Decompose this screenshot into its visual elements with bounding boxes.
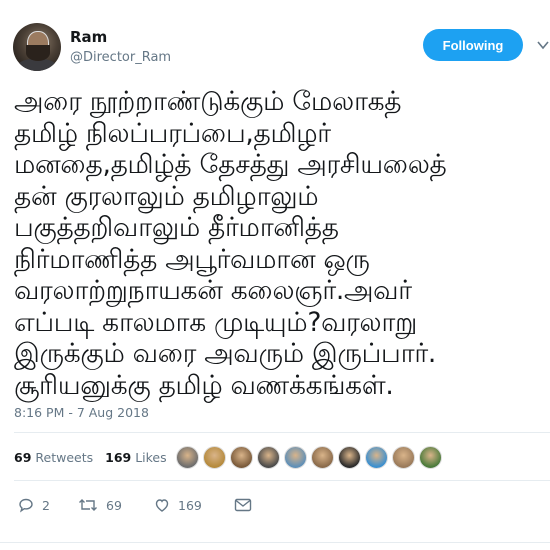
liker-avatar[interactable]	[311, 446, 334, 469]
heart-icon	[155, 499, 169, 512]
liker-avatar[interactable]	[176, 446, 199, 469]
retweets-count: 69	[14, 450, 32, 465]
liker-avatar[interactable]	[257, 446, 280, 469]
retweet-count: 69	[106, 497, 122, 513]
avatar-beard	[26, 45, 50, 61]
liker-avatar[interactable]	[392, 446, 415, 469]
liker-avatar[interactable]	[338, 446, 361, 469]
retweet-button[interactable]: 69	[78, 497, 154, 513]
divider	[14, 432, 550, 433]
tweet-text-line: பகுத்தறிவாலும் தீர்மானித்த	[14, 212, 339, 243]
chevron-down-icon[interactable]	[536, 38, 550, 52]
tweet-text-line: சூரியனுக்கு தமிழ் வணக்கங்கள்.	[14, 369, 394, 401]
likes-count: 169	[105, 450, 132, 465]
liker-avatar[interactable]	[203, 446, 226, 469]
following-button[interactable]: Following	[423, 29, 523, 61]
tweet-text-line: எப்படி காலமாக முடியும்?வரலாறு	[14, 306, 417, 338]
divider	[14, 480, 550, 481]
tweet-text-line: தமிழ் நிலப்பரப்பை,தமிழர்	[14, 117, 331, 149]
tweet-timestamp[interactable]: 8:16 PM - 7 Aug 2018	[14, 405, 149, 420]
author-name[interactable]: Ram	[70, 28, 107, 46]
tweet-card: Ram @Director_Ram Following அரை நூற்றாண்…	[0, 0, 550, 550]
likes-stat[interactable]: 169 Likes	[105, 450, 167, 465]
author-handle[interactable]: @Director_Ram	[70, 50, 171, 65]
liker-avatar[interactable]	[230, 446, 253, 469]
tweet-text-line: நிர்மாணித்த அபூர்வமான ஒரு	[14, 243, 370, 275]
reply-count: 2	[42, 497, 50, 513]
reply-icon	[19, 498, 33, 513]
direct-message-button[interactable]	[234, 498, 252, 512]
like-button[interactable]: 169	[154, 497, 234, 513]
author-avatar[interactable]	[13, 23, 61, 71]
divider	[0, 542, 550, 543]
reply-button[interactable]: 2	[18, 497, 78, 513]
mail-icon	[234, 498, 252, 512]
tweet-text-line: தன் குரலாலும் தமிழாலும்	[14, 180, 319, 212]
retweets-label: Retweets	[35, 450, 94, 465]
liker-avatar[interactable]	[284, 446, 307, 469]
tweet-text-line: இருக்கும் வரை அவரும் இருப்பார்.	[14, 338, 436, 369]
liker-avatar[interactable]	[365, 446, 388, 469]
tweet-text-line: வரலாற்றுநாயகன் கலைஞர்.அவர்	[14, 275, 412, 306]
retweets-stat[interactable]: 69 Retweets	[14, 450, 93, 465]
liker-avatar[interactable]	[419, 446, 442, 469]
liker-avatars	[176, 446, 442, 469]
likes-label: Likes	[135, 450, 167, 465]
tweet-text-line: அரை நூற்றாண்டுக்கும் மேலாகத்	[14, 86, 402, 117]
like-count: 169	[178, 497, 202, 513]
tweet-text: அரை நூற்றாண்டுக்கும் மேலாகத் தமிழ் நிலப்ப…	[14, 86, 544, 401]
engagement-stats: 69 Retweets 169 Likes	[14, 450, 167, 465]
tweet-text-line: மனதை,தமிழ்த் தேசத்து அரசியலைத்	[14, 149, 447, 180]
retweet-icon	[79, 499, 97, 511]
tweet-actions: 2 69 169	[18, 497, 252, 513]
